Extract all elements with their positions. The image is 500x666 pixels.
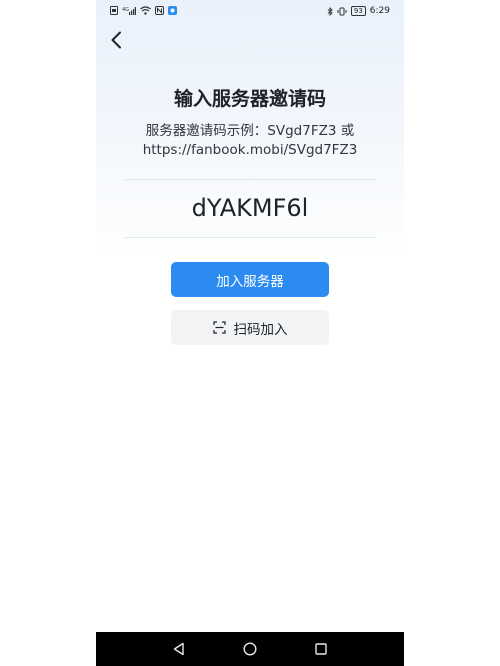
nav-recent-button[interactable] xyxy=(310,638,332,660)
invite-code-example: 服务器邀请码示例：SVgd7FZ3 或 https://fanbook.mobi… xyxy=(96,122,404,160)
square-recent-icon xyxy=(314,643,327,655)
scan-icon xyxy=(212,321,226,334)
status-bar: 4G 93 6:29 xyxy=(96,0,404,22)
phone-screen: 4G 93 6:29 输入服务器邀请码 服务器邀请码示例：SVgd7FZ3 或 … xyxy=(96,0,404,666)
nav-back-button[interactable] xyxy=(168,638,190,660)
system-nav-bar xyxy=(96,632,404,666)
app-notification-icon xyxy=(168,6,177,15)
status-time: 6:29 xyxy=(369,6,390,16)
signal-label: 4G xyxy=(122,7,129,13)
status-bar-left: 4G xyxy=(110,6,177,15)
back-button[interactable] xyxy=(106,30,126,50)
nav-home-button[interactable] xyxy=(239,638,261,660)
page-title: 输入服务器邀请码 xyxy=(173,88,326,110)
example-line-2: https://fanbook.mobi/SVgd7FZ3 xyxy=(142,142,358,158)
circle-home-icon xyxy=(243,642,257,656)
scan-join-label: 扫码加入 xyxy=(233,321,288,338)
sim-card-icon xyxy=(110,6,118,15)
status-bar-right: 93 6:29 xyxy=(327,6,390,16)
triangle-back-icon xyxy=(174,642,185,656)
screen-background: 4G 93 6:29 输入服务器邀请码 服务器邀请码示例：SVgd7FZ3 或 … xyxy=(0,0,500,666)
vibrate-icon xyxy=(337,7,347,15)
example-line-1: 服务器邀请码示例：SVgd7FZ3 或 xyxy=(145,123,355,139)
join-server-label: 加入服务器 xyxy=(216,273,284,290)
bluetooth-icon xyxy=(327,6,333,16)
chevron-left-icon xyxy=(111,31,121,49)
divider-top xyxy=(124,179,376,180)
wifi-icon xyxy=(140,6,151,15)
nfc-icon xyxy=(155,6,164,15)
divider-bottom xyxy=(124,237,376,238)
battery-icon: 93 xyxy=(350,6,366,16)
scan-join-button[interactable]: 扫码加入 xyxy=(171,310,329,345)
signal-icon: 4G xyxy=(122,7,136,15)
invite-code-input[interactable] xyxy=(124,186,376,230)
join-server-button[interactable]: 加入服务器 xyxy=(171,262,329,297)
